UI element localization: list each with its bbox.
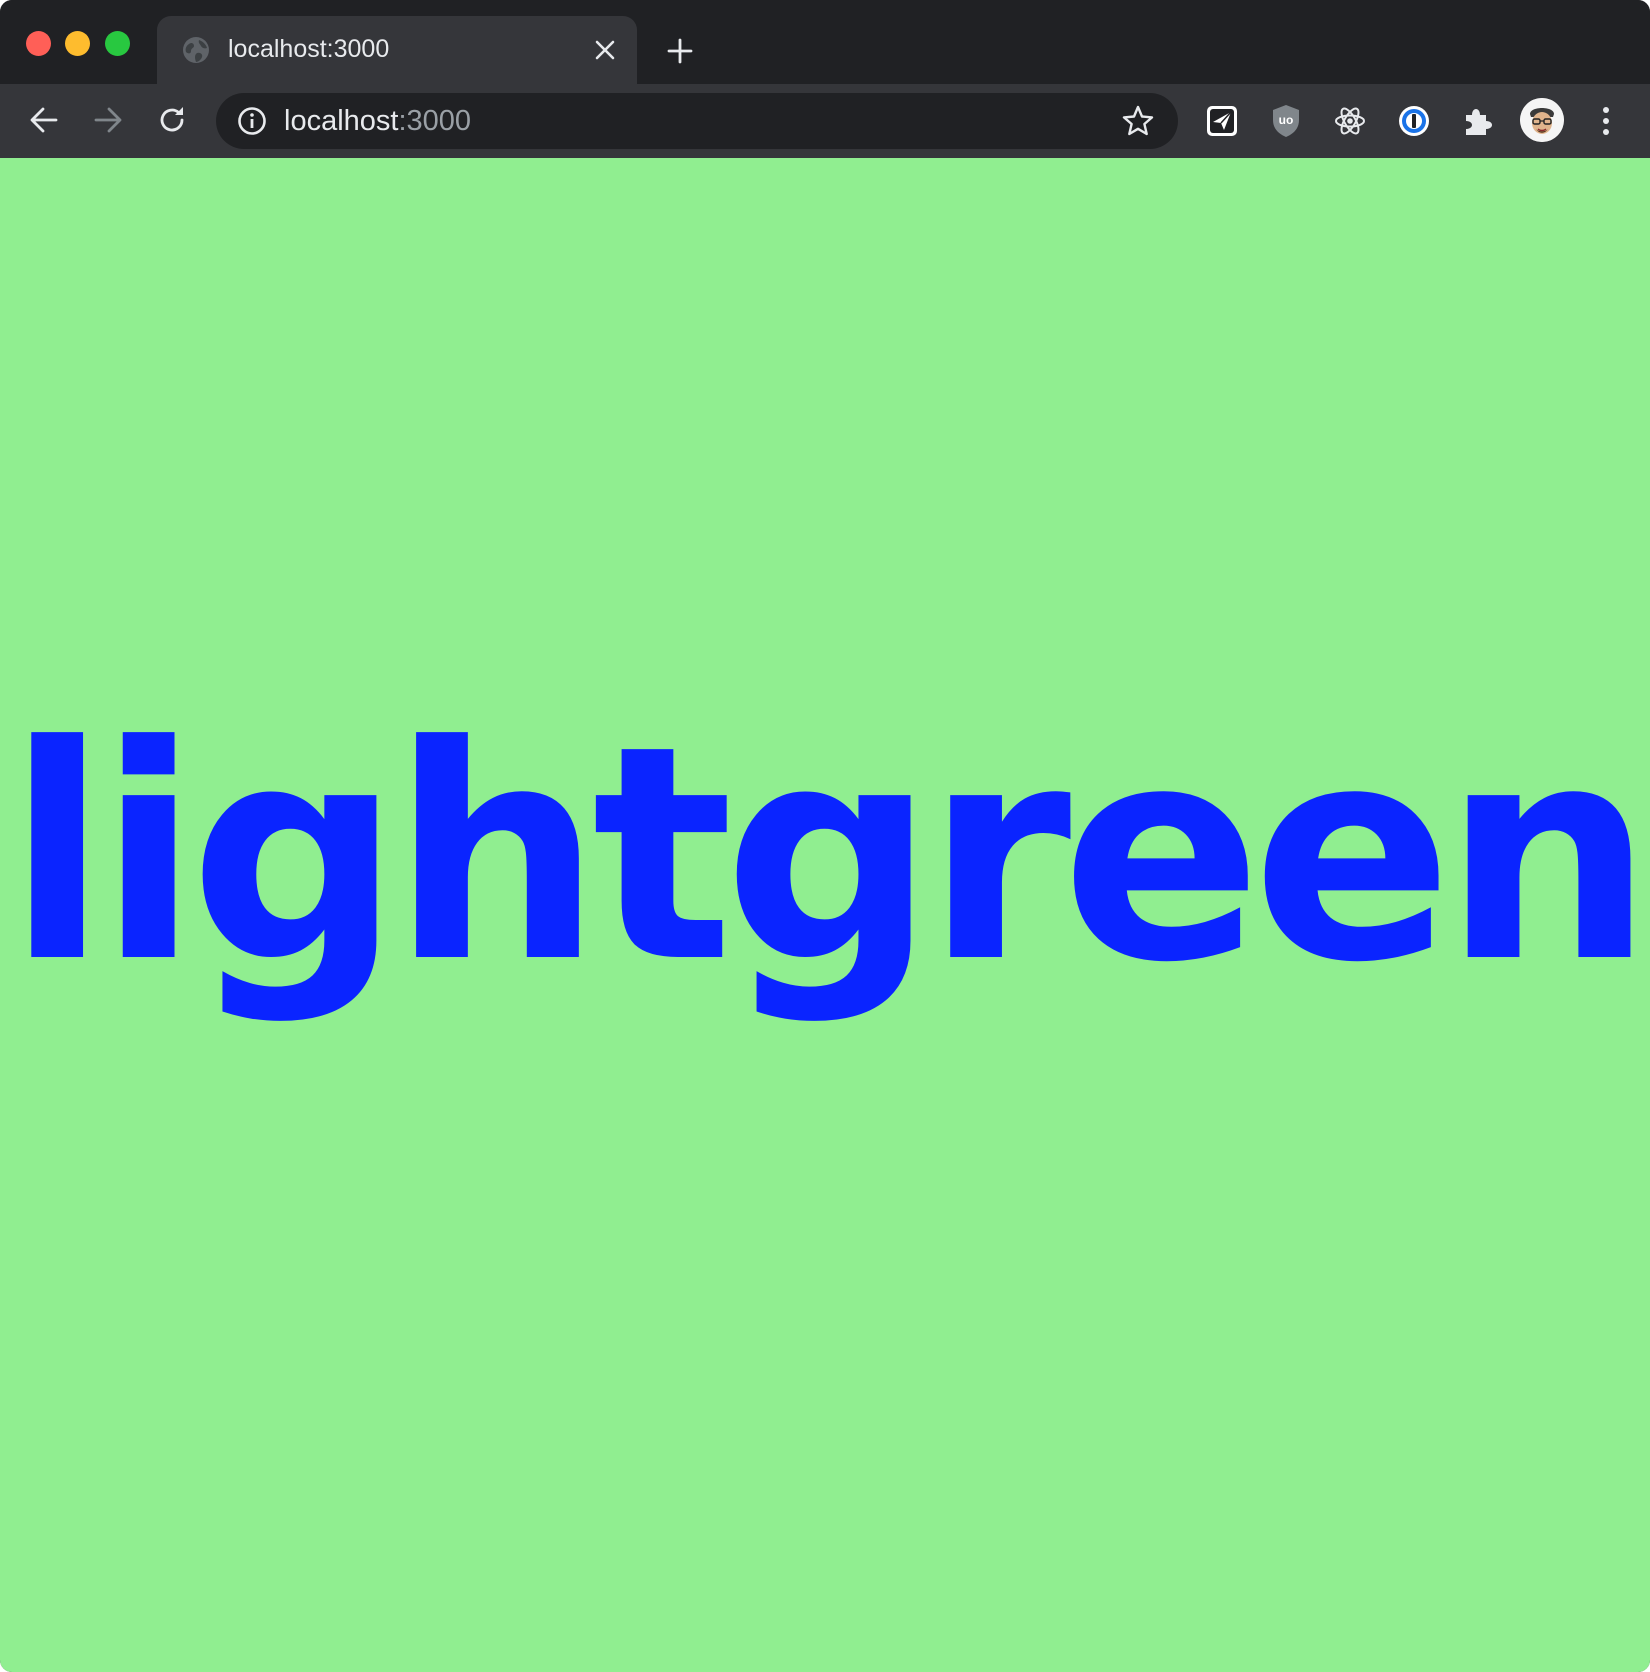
browser-window: localhost:3000 localhost:3000 uo lightgr… [0,0,1650,1672]
browser-tab[interactable]: localhost:3000 [157,16,637,84]
page-viewport: lightgreen [0,158,1650,1672]
new-tab-button[interactable] [662,33,698,69]
tab-title: localhost:3000 [228,35,390,63]
page-headline: lightgreen [6,682,1650,1027]
tab-strip: localhost:3000 [0,0,1650,84]
close-window-button[interactable] [26,31,51,56]
maximize-window-button[interactable] [105,31,130,56]
plus-icon [667,38,693,64]
close-icon[interactable] [589,34,621,66]
globe-icon [181,35,211,65]
minimize-window-button[interactable] [65,31,90,56]
